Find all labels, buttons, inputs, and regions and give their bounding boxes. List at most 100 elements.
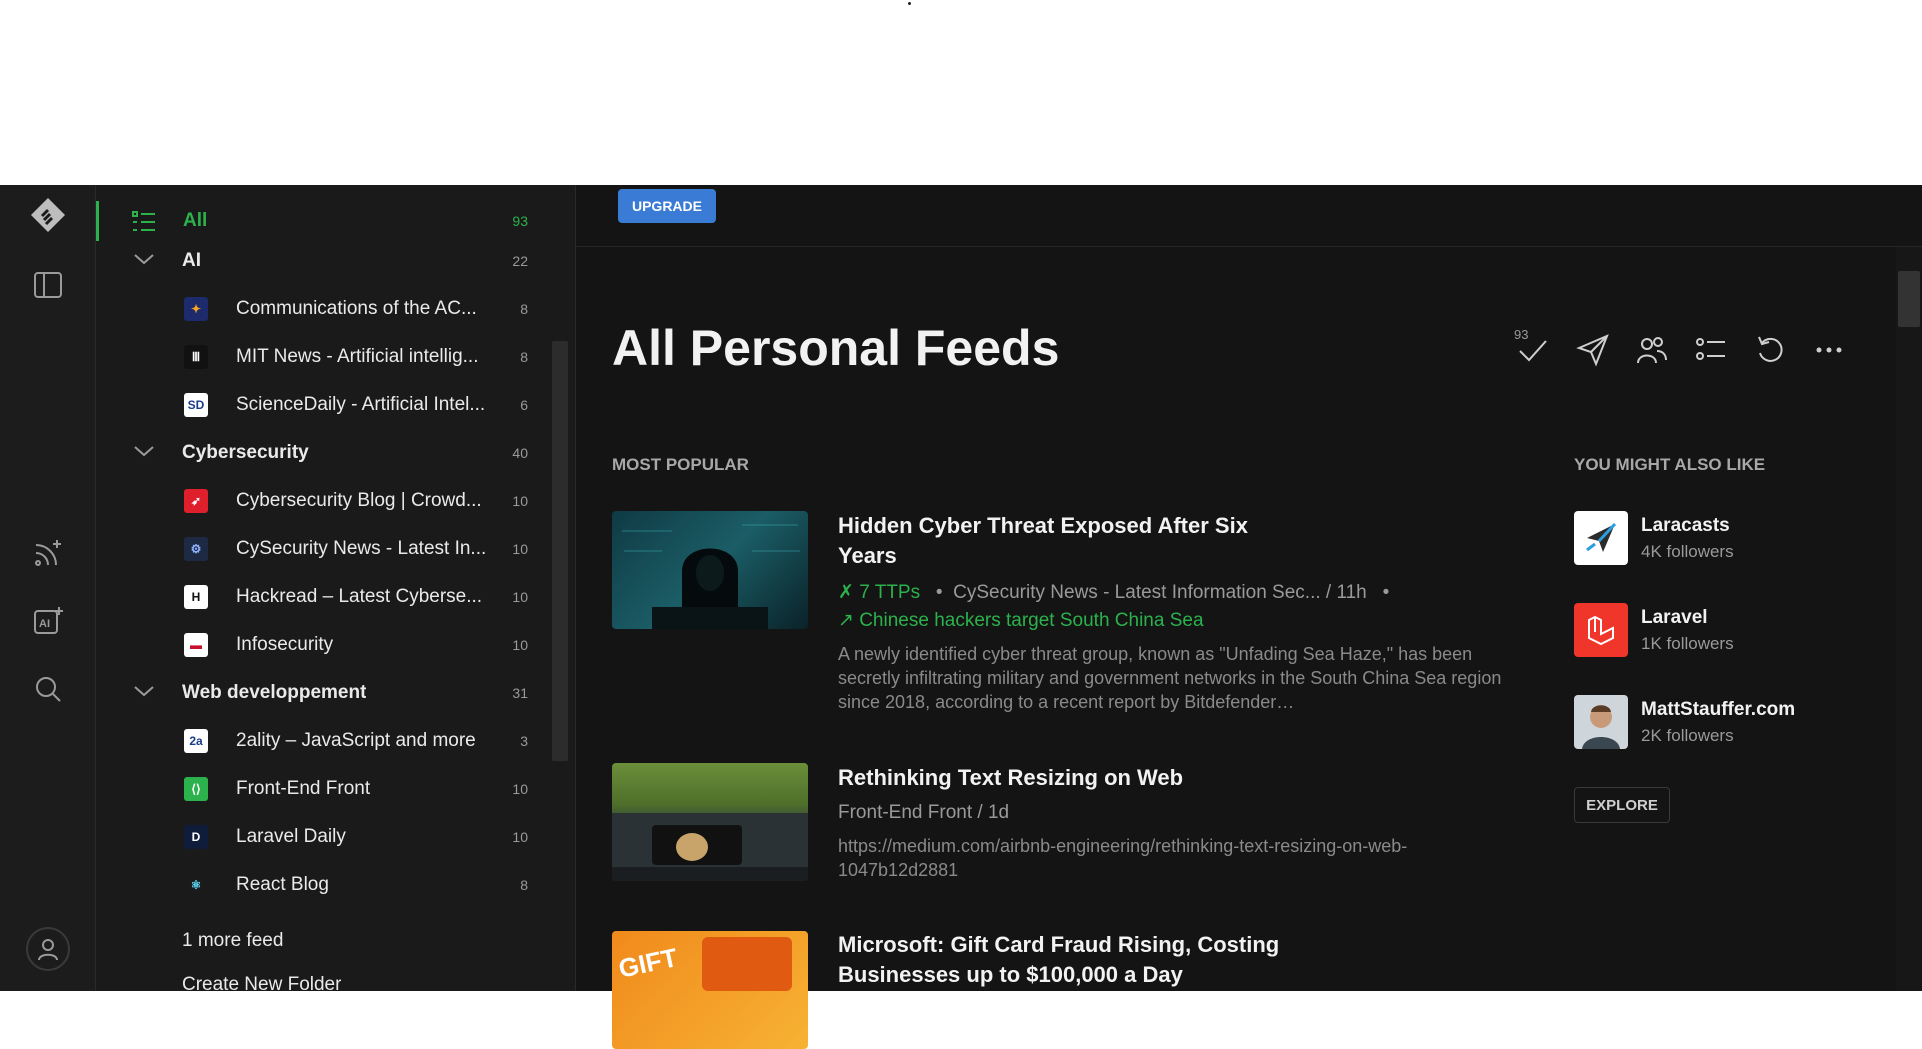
sidebar-folder[interactable]: AI 22 bbox=[96, 241, 536, 281]
top-bar: UPGRADE bbox=[576, 185, 1922, 247]
2ality-icon: 2a bbox=[184, 729, 208, 753]
article-source[interactable]: CySecurity News - Latest Information Sec… bbox=[953, 582, 1367, 603]
article-thumbnail[interactable] bbox=[612, 763, 808, 881]
mit-icon: Ⅲ bbox=[184, 345, 208, 369]
add-feed-icon[interactable] bbox=[28, 533, 68, 573]
mattstauffer-avatar-icon bbox=[1574, 695, 1628, 749]
more-options-icon[interactable] bbox=[1812, 333, 1846, 372]
article-thumbnail[interactable] bbox=[612, 511, 808, 629]
suggestions-heading: YOU MIGHT ALSO LIKE bbox=[1574, 455, 1766, 474]
ttps-icon: ✗ bbox=[838, 582, 860, 603]
suggestion-item[interactable]: Laravel 1K followers bbox=[1574, 603, 1874, 659]
sidebar-folder[interactable]: Web developpement 31 bbox=[96, 673, 536, 713]
laravel-logo-icon bbox=[1574, 603, 1628, 657]
main-scrollbar-track bbox=[1896, 247, 1922, 991]
more-feeds-label: 1 more feed bbox=[182, 930, 284, 951]
sidebar-item-label: 2ality – JavaScript and more bbox=[236, 730, 476, 751]
sidebar-item-count: 31 bbox=[512, 685, 528, 701]
trending-topic[interactable]: ↗ Chinese hackers target South China Sea bbox=[838, 609, 1204, 632]
upgrade-button[interactable]: UPGRADE bbox=[618, 189, 716, 223]
sidebar-item-count: 93 bbox=[512, 213, 528, 229]
sidebar-feed-item[interactable]: 2a 2ality – JavaScript and more 3 bbox=[96, 721, 536, 761]
sidebar-item-count: 10 bbox=[512, 637, 528, 653]
toggle-sidebar-icon[interactable] bbox=[28, 265, 68, 305]
sidebar-feed-item[interactable]: D Laravel Daily 10 bbox=[96, 817, 536, 857]
sidebar-item-count: 10 bbox=[512, 829, 528, 845]
share-send-icon[interactable] bbox=[1576, 333, 1610, 372]
meta-separator: • bbox=[925, 582, 954, 603]
sidebar-feed-item[interactable]: ✦ Communications of the AC... 8 bbox=[96, 289, 536, 329]
sidebar-item-label: All bbox=[183, 210, 208, 231]
article-title[interactable]: Microsoft: Gift Card Fraud Rising, Costi… bbox=[838, 930, 1288, 990]
sidebar-item-count: 8 bbox=[520, 349, 528, 365]
list-all-icon bbox=[131, 209, 157, 240]
chevron-down-icon[interactable] bbox=[132, 679, 156, 708]
mark-as-read-icon[interactable] bbox=[1516, 333, 1550, 372]
sidebar-item-label: Front-End Front bbox=[236, 778, 371, 799]
sidebar-item-label: CySecurity News - Latest In... bbox=[236, 538, 487, 559]
sidebar-feed-item[interactable]: ⚙ CySecurity News - Latest In... 10 bbox=[96, 529, 536, 569]
sidebar-feed-item[interactable]: SD ScienceDaily - Artificial Intel... 6 bbox=[96, 385, 536, 425]
create-folder-label: Create New Folder bbox=[182, 974, 342, 991]
article-title[interactable]: Rethinking Text Resizing on Web bbox=[838, 763, 1288, 793]
ttps-badge[interactable]: 7 TTPs bbox=[859, 582, 920, 603]
acm-icon: ✦ bbox=[184, 297, 208, 321]
most-popular-heading: MOST POPULAR bbox=[612, 455, 749, 474]
sidebar-item-count: 6 bbox=[520, 397, 528, 413]
refresh-icon[interactable] bbox=[1754, 333, 1788, 372]
chevron-down-icon[interactable] bbox=[132, 439, 156, 468]
sidebar-item-count: 10 bbox=[512, 781, 528, 797]
article-title[interactable]: Hidden Cyber Threat Exposed After Six Ye… bbox=[838, 511, 1288, 571]
sidebar-item-count: 10 bbox=[512, 589, 528, 605]
sidebar-feed-item[interactable]: ⟨⟩ Front-End Front 10 bbox=[96, 769, 536, 809]
icon-rail: AI bbox=[0, 185, 96, 991]
laracasts-logo-icon bbox=[1574, 511, 1628, 565]
sidebar-item-label: Laravel Daily bbox=[236, 826, 346, 847]
suggestion-followers: 2K followers bbox=[1641, 726, 1734, 745]
suggestion-item[interactable]: Laracasts 4K followers bbox=[1574, 511, 1874, 567]
search-icon[interactable] bbox=[28, 669, 68, 709]
layout-options-icon[interactable] bbox=[1694, 333, 1728, 372]
laraveldaily-icon: D bbox=[184, 825, 208, 849]
cursor-dot bbox=[908, 2, 911, 5]
team-share-icon[interactable] bbox=[1635, 333, 1669, 372]
sidebar-item-count: 22 bbox=[512, 253, 528, 269]
sidebar-item-label: Web developpement bbox=[182, 682, 367, 703]
sidebar-feed-item[interactable]: ➶ Cybersecurity Blog | Crowd... 10 bbox=[96, 481, 536, 521]
account-icon[interactable] bbox=[26, 927, 70, 971]
sidebar-item-label: MIT News - Artificial intellig... bbox=[236, 346, 479, 367]
create-folder-link[interactable]: Create New Folder bbox=[96, 965, 536, 991]
explore-button[interactable]: EXPLORE bbox=[1574, 787, 1670, 823]
sidebar-item-label: Cybersecurity bbox=[182, 442, 309, 463]
feedly-logo-icon[interactable] bbox=[28, 195, 68, 235]
sidebar-item-label: ScienceDaily - Artificial Intel... bbox=[236, 394, 486, 415]
chevron-down-icon[interactable] bbox=[132, 247, 156, 276]
sidebar-feed-item[interactable]: H Hackread – Latest Cyberse... 10 bbox=[96, 577, 536, 617]
sidebar-feed-item[interactable]: Ⅲ MIT News - Artificial intellig... 8 bbox=[96, 337, 536, 377]
blank-top-area bbox=[0, 0, 1922, 185]
feedly-app: AI All 93 AI 22 ✦ Communications of the AC.… bbox=[0, 185, 1922, 1049]
sidebar-feed-item[interactable]: ⚛ React Blog 8 bbox=[96, 865, 536, 905]
article-thumbnail[interactable]: GIFT bbox=[612, 931, 808, 1049]
sidebar-item-count: 8 bbox=[520, 877, 528, 893]
hackread-icon: H bbox=[184, 585, 208, 609]
article-summary: A newly identified cyber threat group, k… bbox=[838, 644, 1502, 712]
sciencedaily-icon: SD bbox=[184, 393, 208, 417]
article-summary: https://medium.com/airbnb-engineering/re… bbox=[838, 836, 1408, 880]
sidebar-item-label: Communications of the AC... bbox=[236, 298, 477, 319]
more-feeds-link[interactable]: 1 more feed bbox=[96, 921, 536, 961]
trending-icon: ↗ bbox=[838, 610, 860, 631]
sidebar-item-label: AI bbox=[182, 250, 201, 271]
add-ai-feed-icon[interactable]: AI bbox=[28, 601, 68, 641]
sidebar-item-label: Cybersecurity Blog | Crowd... bbox=[236, 490, 482, 511]
article-source[interactable]: Front-End Front / 1d bbox=[838, 802, 1009, 824]
suggestion-name: Laravel bbox=[1641, 607, 1708, 628]
suggestion-item[interactable]: MattStauffer.com 2K followers bbox=[1574, 695, 1874, 751]
sidebar-feed-item[interactable]: ▬ Infosecurity 10 bbox=[96, 625, 536, 665]
sidebar-item-all[interactable]: All 93 bbox=[96, 201, 536, 241]
sidebar-folder[interactable]: Cybersecurity 40 bbox=[96, 433, 536, 473]
suggestion-name: MattStauffer.com bbox=[1641, 699, 1796, 720]
main-scrollbar[interactable] bbox=[1898, 271, 1920, 327]
sidebar-scrollbar[interactable] bbox=[552, 341, 568, 761]
main-content: UPGRADE All Personal Feeds 93 MOST POPUL… bbox=[576, 185, 1922, 1049]
